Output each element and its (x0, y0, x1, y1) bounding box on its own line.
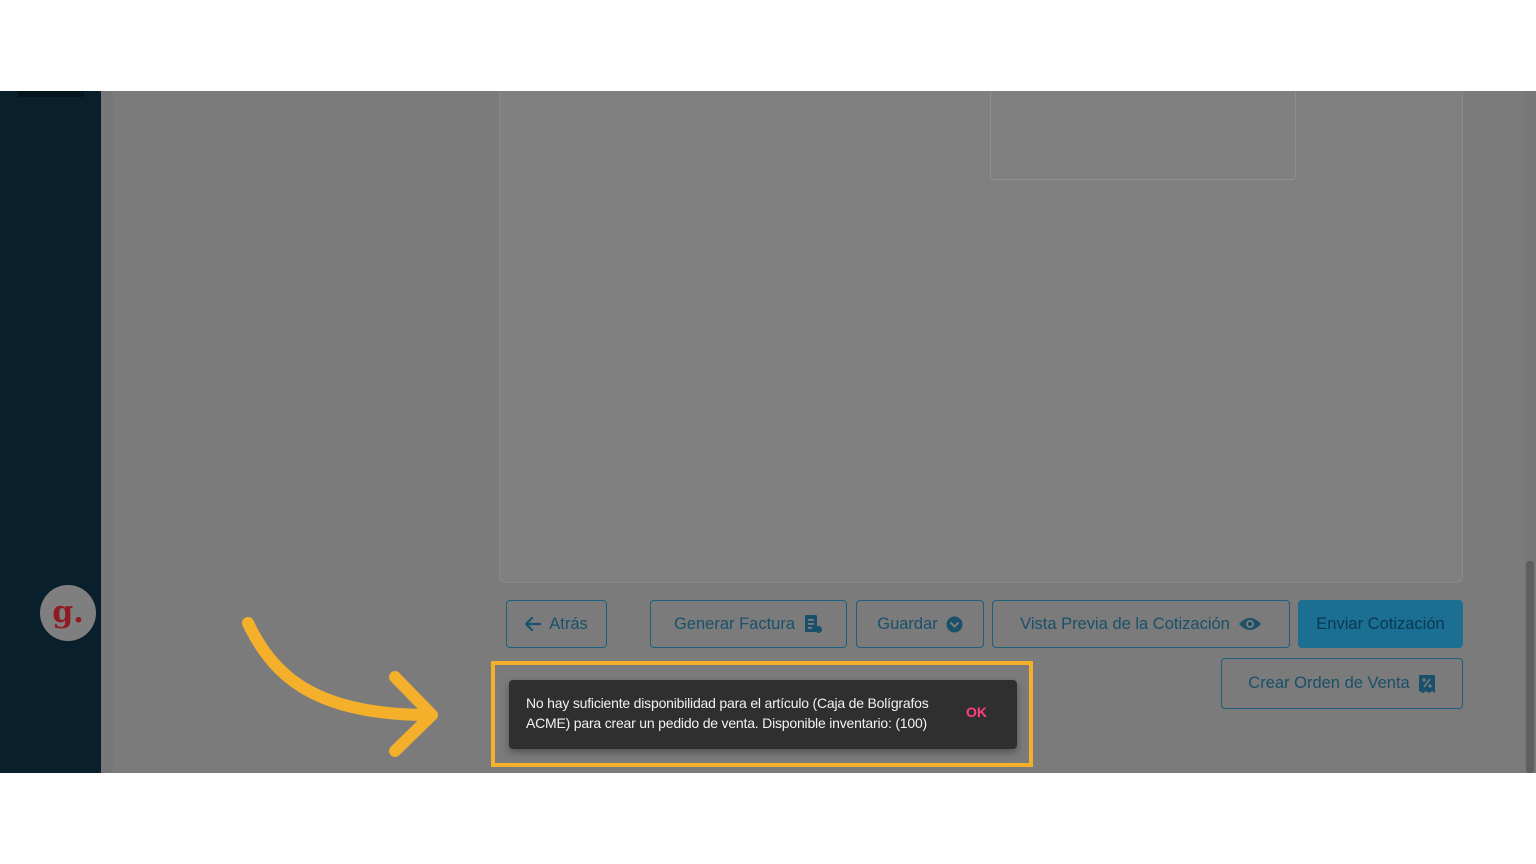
avatar-letter: g. (52, 595, 84, 630)
preview-quote-label: Vista Previa de la Cotización (1020, 614, 1230, 633)
avatar[interactable]: g. (40, 585, 96, 641)
send-quote-button[interactable]: Enviar Cotización (1298, 600, 1463, 648)
totals-box (990, 91, 1296, 180)
generate-invoice-button[interactable]: Generar Factura (650, 600, 847, 648)
save-button-label: Guardar (877, 614, 938, 633)
scrollbar-thumb[interactable] (1526, 561, 1534, 773)
chevron-down-circle-icon (946, 616, 963, 633)
sidebar (0, 91, 101, 773)
sidebar-top-item (18, 91, 84, 97)
invoice-icon (803, 614, 823, 634)
receipt-percent-icon (1418, 674, 1436, 694)
back-button-label: Atrás (549, 614, 588, 633)
create-sales-order-label: Crear Orden de Venta (1248, 674, 1410, 692)
preview-quote-button[interactable]: Vista Previa de la Cotización (992, 600, 1290, 648)
left-panel-edge (101, 91, 113, 773)
toast-ok-button[interactable]: OK (966, 704, 987, 720)
error-toast: No hay suficiente disponibilidad para el… (509, 680, 1017, 749)
eye-icon (1238, 616, 1262, 632)
page-scrollbar[interactable] (1524, 91, 1536, 773)
create-sales-order-button[interactable]: Crear Orden de Venta (1221, 658, 1463, 709)
generate-invoice-label: Generar Factura (673, 614, 796, 633)
quote-card (499, 91, 1463, 583)
send-quote-label: Enviar Cotización (1316, 614, 1445, 633)
arrow-pointer-icon (242, 617, 438, 757)
back-button[interactable]: Atrás (506, 600, 607, 648)
toast-message: No hay suficiente disponibilidad para el… (526, 695, 929, 731)
arrow-left-icon (525, 617, 542, 631)
save-button[interactable]: Guardar (856, 600, 984, 648)
